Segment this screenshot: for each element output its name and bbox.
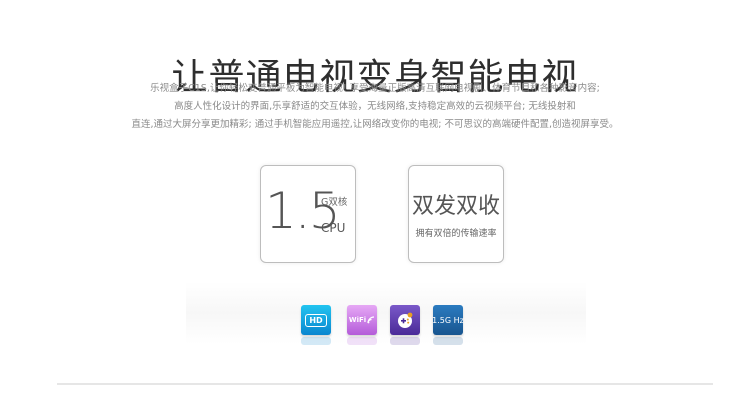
description-line-3: 直连,通过大屏分享更加精彩; 通过手机智能应用遥控,让网络改变你的电视; 不可思… bbox=[131, 119, 619, 130]
product-description: 乐视盒子C1S,让你轻松变普通平板为智能电视! 享受海量正版高清互联网电视剧、体… bbox=[120, 80, 630, 134]
hd-icon: HD bbox=[301, 305, 331, 345]
description-line-2: 高度人性化设计的界面,乐享舒适的交互体验，无线网络,支持稳定高效的云视频平台; … bbox=[174, 101, 576, 112]
gamepad-icon bbox=[390, 305, 420, 345]
description-line-1: 乐视盒子C1S,让你轻松变普通平板为智能电视! 享受海量正版高清互联网电视剧、体… bbox=[150, 83, 600, 94]
cpu-feature-card: 1.5 G双核 CPU bbox=[260, 165, 356, 263]
wifi-icon: WiFi bbox=[347, 305, 377, 345]
cpu-core-label: G双核 bbox=[321, 197, 348, 208]
wifi-icon-label: WiFi bbox=[348, 316, 367, 324]
section-divider bbox=[57, 383, 713, 385]
cpu-speed-icon: 1.5G Hz bbox=[432, 305, 464, 345]
hd-icon-label: HD bbox=[305, 313, 327, 327]
wifi-headline: 双发双收 bbox=[411, 194, 500, 219]
cpu-speed-icon-label: 1.5G Hz bbox=[432, 315, 464, 325]
wifi-feature-card: 双发双收 拥有双倍的传输速率 bbox=[408, 165, 504, 263]
wifi-subtitle: 拥有双倍的传输速率 bbox=[415, 229, 497, 239]
feature-icon-band bbox=[186, 282, 586, 344]
cpu-unit-label: CPU bbox=[321, 221, 346, 235]
